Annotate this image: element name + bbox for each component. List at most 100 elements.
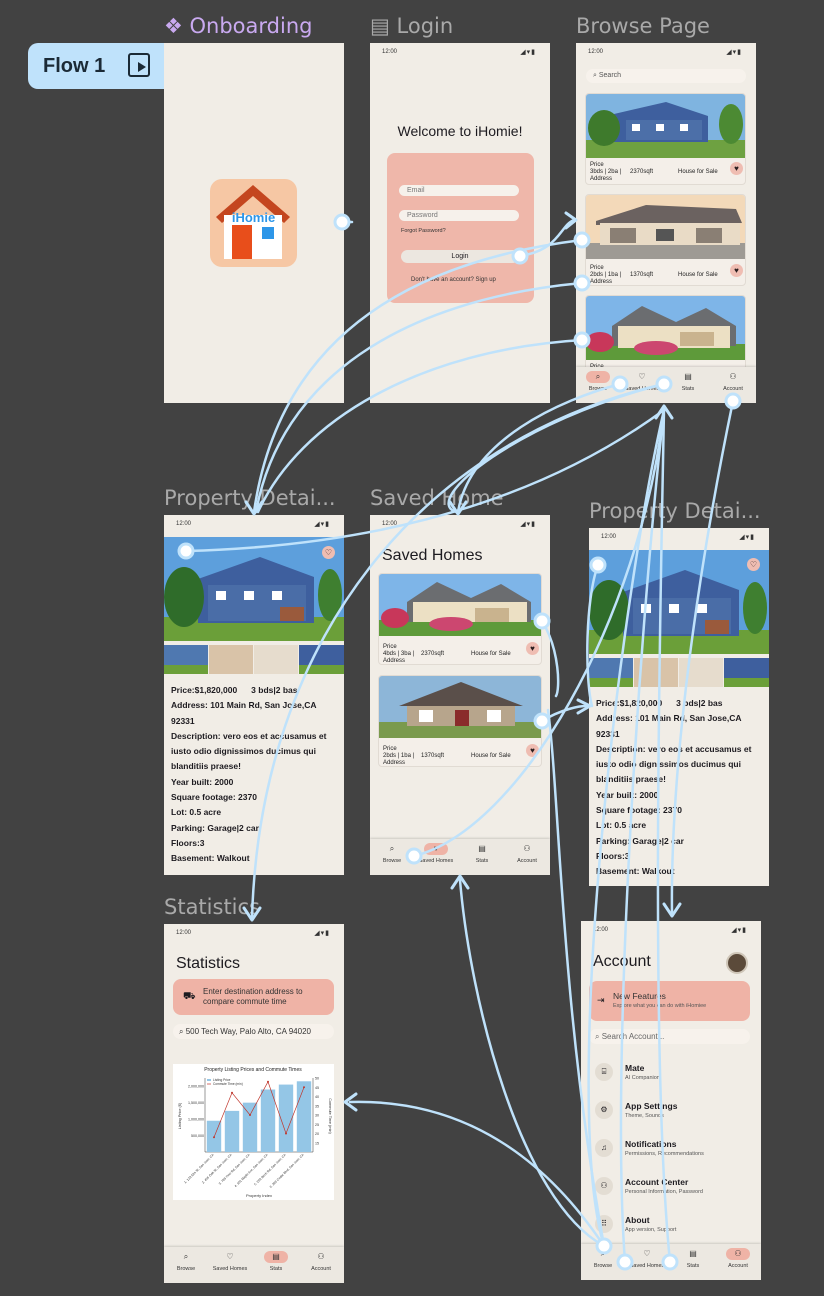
floors-text: Floors:3: [171, 837, 205, 848]
saved-card[interactable]: Price 2bds | 1ba | 1370sqft House for Sa…: [378, 675, 542, 767]
heart-icon[interactable]: ♡: [747, 558, 760, 571]
card-price: Price: [590, 162, 604, 168]
new-features-banner[interactable]: ⇥ New Features Explore what you can do w…: [589, 981, 750, 1021]
price-bar: [296, 1081, 312, 1152]
nav-browse-label: Browse: [593, 1263, 613, 1269]
chart-panel: Property Listing Prices and Commute Time…: [173, 1064, 334, 1200]
frame-label-onboarding-text: Onboarding: [189, 14, 313, 38]
status-time: 12:00: [176, 521, 192, 527]
nav-saved[interactable]: ♥ Saved Homes: [414, 843, 458, 864]
search-icon: ⌕: [595, 1032, 602, 1041]
frame-label-login[interactable]: ▤ Login: [370, 14, 453, 38]
avatar[interactable]: [726, 952, 748, 974]
basement-text: Basement: Walkout: [171, 853, 250, 864]
login-title: Welcome to iHomie!: [397, 123, 523, 139]
x-tick-label: 3. 789 Pine Rd, San Jose, CA: [218, 1152, 251, 1185]
statistics-screen: 12:00 ◢▾▮ Statistics ⛟ Enter destination …: [164, 924, 344, 1283]
nav-browse[interactable]: ⌕ Browse: [370, 843, 414, 864]
saved-title: Saved Homes: [382, 547, 483, 564]
status-time: 12:00: [382, 49, 398, 55]
nav-account[interactable]: ⚇ Account: [716, 1248, 760, 1269]
search-icon: ⌕: [179, 1027, 186, 1036]
account-item-sub: Personal Information, Password: [625, 1189, 703, 1195]
listing-card[interactable]: Price 3bds | 2ba | 2370sqft House for Sa…: [585, 93, 746, 185]
frame-label-statistics[interactable]: Statistics: [164, 895, 260, 919]
nav-saved[interactable]: ♡ Saved Homes: [625, 1248, 669, 1269]
play-frame-icon[interactable]: [128, 53, 150, 77]
commute-banner[interactable]: ⛟ Enter destination address to compare c…: [173, 979, 334, 1015]
card-sqft: 1370sqft: [421, 753, 445, 759]
signup-link[interactable]: Don't have an account? Sign up: [411, 277, 496, 283]
exit-icon: ⇥: [597, 995, 605, 1005]
y2-tick-label: 40: [315, 1095, 319, 1099]
commute-chart: Property Listing Prices and Commute Time…: [178, 1067, 332, 1198]
nav-account[interactable]: ⚇ Account: [505, 843, 549, 864]
card-sqft: 2370sqft: [630, 169, 654, 175]
account-title: Account: [593, 953, 651, 970]
photo-thumbnail-strip[interactable]: [589, 658, 769, 687]
app-logo[interactable]: iHomie: [210, 179, 297, 267]
signal-wifi-battery-icon: ◢▾▮: [520, 49, 536, 56]
nav-stats[interactable]: ▤ Stats: [254, 1251, 298, 1272]
account-search-input[interactable]: ⌕ Search Account...: [589, 1029, 750, 1044]
heart-filled-icon[interactable]: ♥: [526, 744, 539, 757]
bottom-nav: ⌕ Browse ♡ Saved Homes ▤ Stats ⚇ Account: [164, 1247, 344, 1283]
listing-card[interactable]: Price: [585, 295, 746, 375]
card-beds: 2bds | 1ba |: [383, 753, 415, 759]
forgot-password-link[interactable]: Forgot Password?: [401, 228, 446, 234]
beds-text: 3 bds|2 bas: [676, 698, 723, 708]
frame-label-detail1[interactable]: Property Detai...: [164, 486, 344, 510]
heart-filled-icon[interactable]: ♥: [526, 642, 539, 655]
logo-text: iHomie: [231, 210, 276, 225]
house-photo: [586, 296, 745, 360]
saved-card[interactable]: Price 4bds | 3ba | 2370sqft House for Sa…: [378, 573, 542, 665]
nav-saved[interactable]: ♡ Saved Homes: [620, 371, 664, 392]
person-icon: ⚇: [523, 844, 531, 853]
heart-icon[interactable]: ♥: [730, 264, 743, 277]
card-sqft: 2370sqft: [421, 651, 445, 657]
nav-stats[interactable]: ▤ Stats: [460, 843, 504, 864]
account-item-sub: Theme, Sounds: [625, 1113, 664, 1119]
commute-banner-text: Enter destination address to compare com…: [203, 987, 303, 1006]
nav-browse[interactable]: ⌕ Browse: [164, 1251, 208, 1272]
card-beds: 3bds | 2ba |: [590, 169, 622, 175]
status-bar: 12:00 ◢▾▮: [370, 43, 550, 61]
nav-stats[interactable]: ▤ Stats: [666, 371, 710, 392]
search-bar[interactable]: ⌕ Search: [586, 69, 746, 83]
description-text: Description: vero eos et accusamus et iu…: [171, 730, 327, 772]
new-features-title: New Features: [613, 991, 666, 1001]
status-bar: 12:00 ◢▾▮: [581, 921, 761, 939]
nav-saved-label: Saved Homes: [629, 1263, 665, 1269]
price-text: Price:$1,820,000: [171, 685, 238, 695]
nav-stats[interactable]: ▤ Stats: [671, 1248, 715, 1269]
nav-browse[interactable]: ⌕ Browse: [581, 1248, 625, 1269]
nav-saved[interactable]: ♡ Saved Homes: [208, 1251, 252, 1272]
status-bar: 12:00 ◢▾▮: [164, 515, 344, 533]
password-field[interactable]: Password: [399, 210, 519, 221]
email-field[interactable]: Email: [399, 185, 519, 196]
heart-icon[interactable]: ♥: [730, 162, 743, 175]
login-button[interactable]: Login: [401, 250, 519, 263]
nav-account[interactable]: ⚇ Account: [711, 371, 755, 392]
frame-label-browse[interactable]: Browse Page: [576, 14, 710, 38]
dots-icon: ⠿: [595, 1215, 613, 1233]
nav-browse[interactable]: ⌕ Browse: [576, 371, 620, 392]
sqft-text: Square footage: 2370: [596, 805, 682, 816]
heart-icon[interactable]: ♡: [322, 546, 335, 559]
frame-label-detail2[interactable]: Property Detai...: [589, 499, 769, 523]
frame-label-saved[interactable]: Saved Home: [370, 486, 504, 510]
nav-account[interactable]: ⚇ Account: [299, 1251, 343, 1272]
photo-thumbnail-strip[interactable]: [164, 645, 344, 674]
card-status: House for Sale: [471, 753, 511, 759]
price-bar: [242, 1102, 258, 1152]
car-icon: ⛟: [183, 991, 196, 1002]
card-status: House for Sale: [678, 169, 718, 175]
flow-badge[interactable]: Flow 1: [28, 43, 168, 89]
destination-input[interactable]: ⌕ 500 Tech Way, Palo Alto, CA 94020: [173, 1024, 334, 1039]
nav-account-label: Account: [723, 386, 743, 392]
bell-icon: ♫: [595, 1139, 613, 1157]
listing-card[interactable]: Price 2bds | 1ba | 1370sqft House for Sa…: [585, 194, 746, 286]
frame-label-onboarding[interactable]: ❖ Onboarding: [164, 14, 312, 38]
new-features-sub: Explore what you can do with iHomiee: [613, 1003, 707, 1009]
login-card: Email Password Forgot Password? Login Do…: [387, 153, 534, 303]
